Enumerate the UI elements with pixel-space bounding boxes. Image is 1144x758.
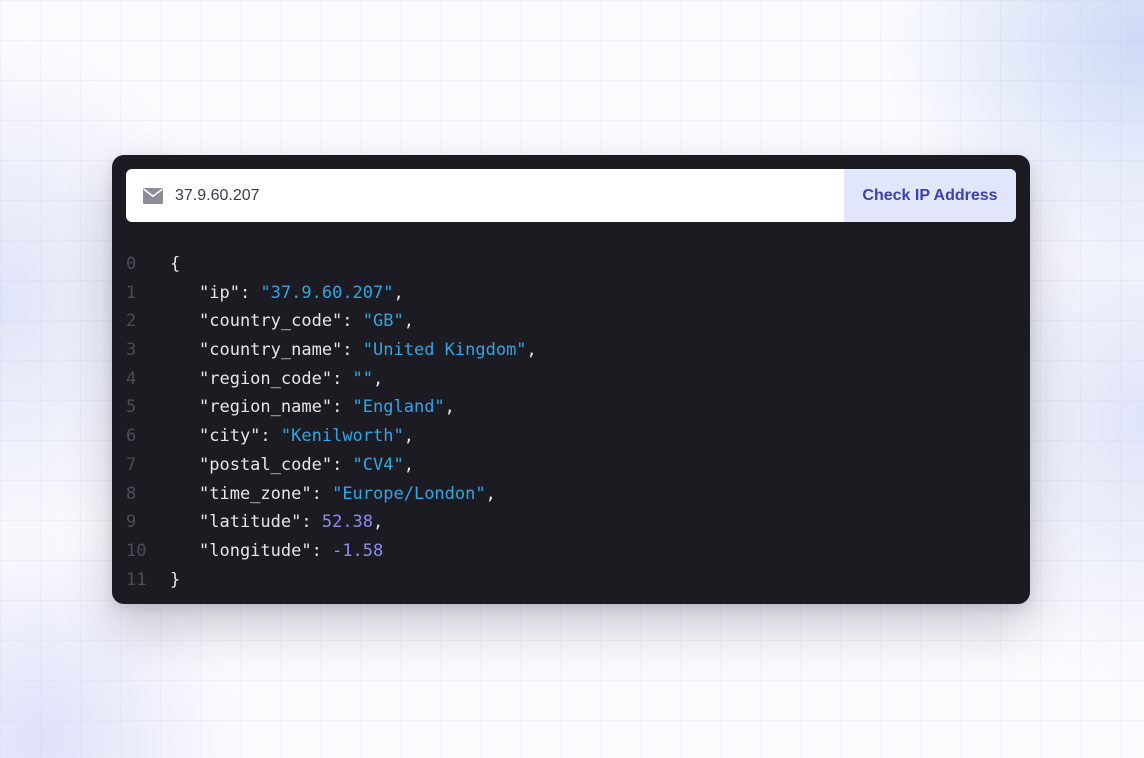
json-key: "country_code" bbox=[199, 311, 343, 332]
json-response-viewer: 0 { 1 "ip": "37.9.60.207", 2 "country_co… bbox=[126, 250, 1006, 594]
code-line: 11 } bbox=[126, 566, 1006, 595]
code-line: 2 "country_code": "GB", bbox=[126, 307, 1006, 336]
json-key: "longitude" bbox=[199, 540, 312, 561]
search-bar: Check IP Address bbox=[126, 169, 1016, 222]
line-number: 2 bbox=[126, 311, 137, 332]
code-line: 6 "city": "Kenilworth", bbox=[126, 422, 1006, 451]
ip-address-input[interactable] bbox=[175, 186, 775, 205]
json-string-value: "Europe/London" bbox=[332, 483, 486, 504]
json-key: "region_code" bbox=[199, 368, 333, 389]
line-number: 0 bbox=[126, 254, 137, 274]
json-key: "city" bbox=[199, 426, 261, 447]
json-key: "latitude" bbox=[199, 512, 302, 533]
close-brace: } bbox=[170, 569, 181, 590]
json-key: "country_name" bbox=[199, 340, 343, 361]
line-number: 9 bbox=[126, 512, 137, 533]
line-number: 11 bbox=[126, 569, 147, 590]
json-string-value: "England" bbox=[352, 397, 445, 418]
json-key: "region_name" bbox=[199, 397, 333, 418]
code-line: 7 "postal_code": "CV4", bbox=[126, 451, 1006, 480]
json-string-value: "GB" bbox=[362, 311, 404, 332]
ip-input-wrapper[interactable] bbox=[126, 169, 844, 222]
check-ip-address-button[interactable]: Check IP Address bbox=[844, 169, 1016, 222]
line-number: 8 bbox=[126, 483, 137, 504]
line-number: 1 bbox=[126, 282, 137, 303]
json-number-value: -1.58 bbox=[332, 540, 384, 561]
line-number: 4 bbox=[126, 368, 137, 389]
line-number: 6 bbox=[126, 426, 137, 447]
code-line: 10 "longitude": -1.58 bbox=[126, 537, 1006, 566]
code-line: 4 "region_code": "", bbox=[126, 365, 1006, 394]
mail-icon bbox=[143, 187, 163, 204]
json-key: "time_zone" bbox=[199, 483, 312, 504]
code-line: 8 "time_zone": "Europe/London", bbox=[126, 480, 1006, 509]
json-key: "ip" bbox=[199, 282, 240, 303]
json-key: "postal_code" bbox=[199, 454, 333, 475]
code-line: 5 "region_name": "England", bbox=[126, 393, 1006, 422]
json-number-value: 52.38 bbox=[321, 512, 374, 533]
json-string-value: "United Kingdom" bbox=[362, 340, 527, 361]
code-line: 3 "country_name": "United Kingdom", bbox=[126, 336, 1006, 365]
json-string-value: "Kenilworth" bbox=[280, 426, 404, 447]
line-number: 5 bbox=[126, 397, 137, 418]
code-line: 9 "latitude": 52.38, bbox=[126, 508, 1006, 537]
line-number: 7 bbox=[126, 454, 137, 475]
code-line: 1 "ip": "37.9.60.207", bbox=[126, 279, 1006, 308]
json-string-value: "CV4" bbox=[352, 454, 404, 475]
code-line: 0 { bbox=[126, 250, 1006, 279]
ip-lookup-card: Check IP Address 0 { 1 "ip": "37.9.60.20… bbox=[112, 155, 1030, 604]
open-brace: { bbox=[170, 254, 181, 274]
line-number: 3 bbox=[126, 340, 137, 361]
json-string-value: "" bbox=[352, 368, 374, 389]
json-string-value: "37.9.60.207" bbox=[260, 282, 394, 303]
line-number: 10 bbox=[126, 540, 147, 561]
